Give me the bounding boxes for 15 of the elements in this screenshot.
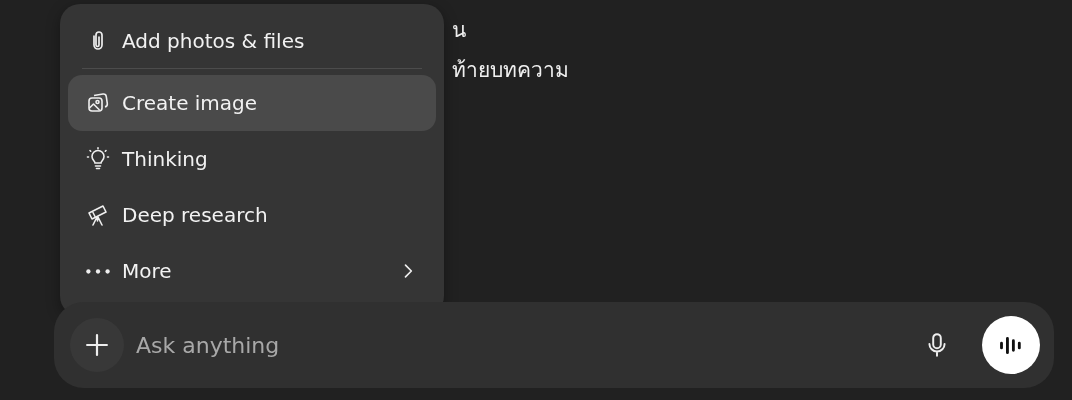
menu-item[interactable]: Create image — [68, 75, 436, 131]
telescope-icon — [86, 203, 110, 227]
waveform-icon — [999, 335, 1023, 355]
voice-mode-button[interactable] — [982, 316, 1040, 374]
image-icon — [86, 91, 110, 115]
message-text: ท้ายบทความ — [452, 57, 569, 84]
message-input[interactable]: Ask anything — [134, 331, 914, 359]
menu-item[interactable]: Add photos & files — [68, 14, 436, 68]
plus-icon — [86, 334, 108, 356]
more-icon — [86, 268, 110, 274]
lightbulb-icon — [86, 147, 110, 171]
menu-item[interactable]: Thinking — [68, 131, 436, 187]
menu-item[interactable]: Deep research — [68, 187, 436, 243]
menu-item[interactable]: More — [68, 243, 436, 299]
message-text: น — [452, 17, 466, 44]
